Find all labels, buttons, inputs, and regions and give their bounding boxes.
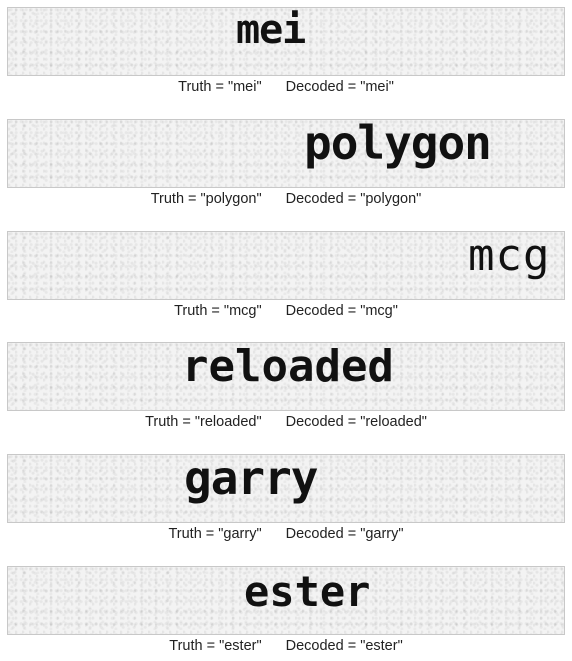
truth-label: Truth = "reloaded" bbox=[145, 414, 262, 430]
captcha-image-5: garry bbox=[7, 454, 565, 523]
decoded-label: Decoded = "reloaded" bbox=[285, 414, 427, 430]
truth-label: Truth = "ester" bbox=[169, 638, 262, 654]
captcha-text: polygon bbox=[304, 119, 492, 170]
caption-4: Truth = "reloaded" Decoded = "reloaded" bbox=[0, 414, 572, 430]
captcha-text: reloaded bbox=[182, 342, 394, 392]
caption-1: Truth = "mei" Decoded = "mei" bbox=[0, 79, 572, 95]
decoded-label: Decoded = "mei" bbox=[285, 79, 394, 95]
truth-label: Truth = "polygon" bbox=[150, 191, 262, 207]
caption-2: Truth = "polygon" Decoded = "polygon" bbox=[0, 191, 572, 207]
captcha-image-6: ester bbox=[7, 566, 565, 635]
truth-label: Truth = "mcg" bbox=[174, 303, 262, 319]
decoded-label: Decoded = "ester" bbox=[285, 638, 403, 654]
captcha-text: mei bbox=[236, 7, 306, 53]
captcha-image-1: mei bbox=[7, 7, 565, 76]
captcha-text: mcg bbox=[468, 231, 551, 281]
captcha-image-4: reloaded bbox=[7, 342, 565, 411]
decoded-label: Decoded = "mcg" bbox=[285, 303, 398, 319]
captcha-image-3: mcg bbox=[7, 231, 565, 300]
captcha-image-2: polygon bbox=[7, 119, 565, 188]
truth-label: Truth = "garry" bbox=[168, 526, 262, 542]
decoded-label: Decoded = "garry" bbox=[285, 526, 404, 542]
captcha-text: ester bbox=[244, 567, 371, 616]
captcha-text: garry bbox=[184, 454, 318, 505]
truth-label: Truth = "mei" bbox=[178, 79, 262, 95]
caption-3: Truth = "mcg" Decoded = "mcg" bbox=[0, 303, 572, 319]
caption-5: Truth = "garry" Decoded = "garry" bbox=[0, 526, 572, 542]
decoded-label: Decoded = "polygon" bbox=[285, 191, 422, 207]
caption-6: Truth = "ester" Decoded = "ester" bbox=[0, 638, 572, 654]
